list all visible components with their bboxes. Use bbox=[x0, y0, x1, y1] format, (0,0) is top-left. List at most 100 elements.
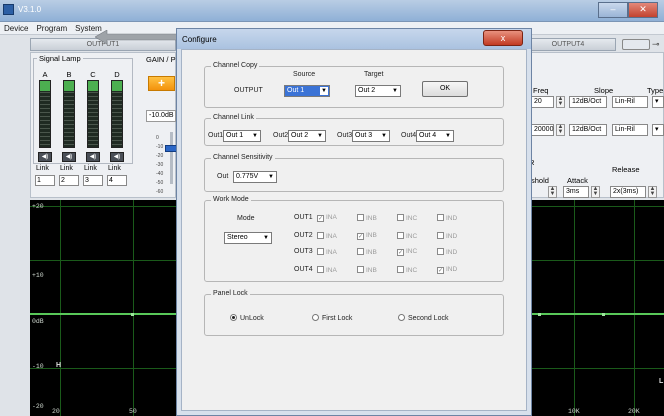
window-controls: – ✕ bbox=[598, 2, 658, 18]
work-mode-checkbox[interactable]: INB bbox=[357, 248, 377, 256]
work-mode-checkbox[interactable]: INC bbox=[397, 266, 417, 274]
gain-plus-button[interactable]: + bbox=[148, 76, 175, 91]
y-tick-label: +10 bbox=[32, 272, 44, 279]
select-value: 0.775V bbox=[236, 173, 259, 180]
lpf-type-dropdown[interactable]: ▾ bbox=[652, 124, 664, 136]
app-title: V3.1.0 bbox=[18, 5, 42, 14]
select-value: Stereo bbox=[227, 234, 248, 241]
radio-label: First Lock bbox=[322, 315, 353, 322]
work-mode-checkbox[interactable]: IND bbox=[437, 232, 457, 240]
mute-c-button[interactable]: ◀) bbox=[86, 152, 100, 162]
lpf-slope-select[interactable]: 12dB/Oct bbox=[569, 124, 607, 136]
sensitivity-select[interactable]: 0.775V ▼ bbox=[233, 171, 277, 183]
chevron-down-icon: ▼ bbox=[381, 133, 387, 139]
work-mode-checkbox[interactable]: INA bbox=[317, 248, 337, 256]
threshold-spinner[interactable]: ▲ ▼ bbox=[548, 186, 557, 198]
mute-a-button[interactable]: ◀) bbox=[38, 152, 52, 162]
tab-output4[interactable]: OUTPUT4 bbox=[520, 38, 616, 51]
signal-lamp-label: Signal Lamp bbox=[37, 54, 83, 63]
link-label: Link bbox=[36, 165, 49, 172]
gain-label: GAIN / P bbox=[146, 55, 176, 64]
lock-option-radio[interactable]: UnLock bbox=[230, 314, 264, 322]
radio-label: Second Lock bbox=[408, 315, 449, 322]
gain-value-field[interactable]: -10.0dB bbox=[146, 110, 176, 122]
select-value: Out 4 bbox=[419, 132, 437, 139]
channel-label: B bbox=[66, 70, 72, 79]
work-mode-checkbox[interactable]: IND bbox=[437, 214, 457, 222]
work-mode-checkbox[interactable]: INC bbox=[397, 232, 417, 240]
hpf-slope-select[interactable]: 12dB/Oct bbox=[569, 96, 607, 108]
work-mode-checkbox[interactable]: IND bbox=[437, 248, 457, 256]
checkbox-label: INC bbox=[406, 215, 418, 222]
checkbox-empty-icon bbox=[397, 232, 404, 239]
x-tick-label: 20K bbox=[628, 408, 640, 415]
release-spinner[interactable]: ▲ ▼ bbox=[648, 186, 657, 198]
work-mode-row-label: OUT4 bbox=[294, 266, 313, 273]
mute-b-button[interactable]: ◀) bbox=[62, 152, 76, 162]
hpf-marker[interactable]: H bbox=[56, 362, 61, 369]
work-mode-row-label: OUT1 bbox=[294, 214, 313, 221]
work-mode-checkbox[interactable]: ✓ IND bbox=[437, 266, 457, 274]
checkbox-empty-icon bbox=[437, 248, 444, 255]
lpf-freq-spinner[interactable]: ▲ ▼ bbox=[556, 124, 565, 136]
hpf-type-select[interactable]: Lin-Ril bbox=[612, 96, 648, 108]
attack-spinner[interactable]: ▲ ▼ bbox=[591, 186, 600, 198]
checkbox-label: IND bbox=[446, 266, 458, 273]
lpf-freq-field[interactable]: 20000 bbox=[531, 124, 554, 136]
release-field[interactable]: 2x(3ms) bbox=[610, 186, 646, 198]
link-select-a[interactable]: 1 bbox=[35, 175, 55, 186]
checkbox-label: IND bbox=[446, 249, 458, 256]
link-out3-select[interactable]: Out 3 ▼ bbox=[352, 130, 390, 142]
menu-device[interactable]: Device bbox=[0, 22, 32, 34]
work-mode-checkbox[interactable]: INB bbox=[357, 266, 377, 274]
menu-program[interactable]: Program bbox=[32, 22, 71, 34]
close-app-button[interactable]: ✕ bbox=[628, 2, 658, 18]
hpf-freq-field[interactable]: 20 bbox=[531, 96, 554, 108]
work-mode-checkbox[interactable]: ✓ INC bbox=[397, 248, 417, 256]
mute-d-button[interactable]: ◀) bbox=[110, 152, 124, 162]
work-mode-checkbox[interactable]: INA bbox=[317, 232, 337, 240]
work-mode-checkbox[interactable]: INB bbox=[357, 214, 377, 222]
work-mode-row-label: OUT2 bbox=[294, 232, 313, 239]
work-mode-row-label: OUT3 bbox=[294, 248, 313, 255]
y-tick-label: -10 bbox=[32, 363, 44, 370]
link-select-c[interactable]: 3 bbox=[83, 175, 103, 186]
hpf-type-dropdown[interactable]: ▾ bbox=[652, 96, 664, 108]
work-mode-checkbox[interactable]: ✓ INA bbox=[317, 214, 337, 222]
attack-header: Attack bbox=[567, 176, 588, 185]
select-value: Out 3 bbox=[355, 132, 373, 139]
attack-field[interactable]: 3ms bbox=[563, 186, 589, 198]
link-out1-select[interactable]: Out 1 ▼ bbox=[223, 130, 261, 142]
checkbox-label: INA bbox=[326, 249, 337, 256]
mode-select[interactable]: Stereo ▼ bbox=[224, 232, 272, 244]
connect-icon[interactable]: ⊸ bbox=[652, 39, 660, 50]
minimize-button[interactable]: – bbox=[598, 2, 628, 18]
chevron-down-icon: ▼ bbox=[268, 174, 274, 180]
keyboard-icon[interactable] bbox=[622, 39, 650, 50]
link-label: Link bbox=[108, 165, 121, 172]
link-out4-label: Out4 bbox=[401, 132, 417, 139]
dialog-close-button[interactable]: x bbox=[483, 30, 523, 46]
work-mode-checkbox[interactable]: ✓ INB bbox=[357, 232, 377, 240]
checkbox-empty-icon bbox=[317, 266, 324, 273]
level-meter-b bbox=[63, 80, 75, 148]
work-mode-checkbox[interactable]: INC bbox=[397, 214, 417, 222]
gain-slider-track[interactable] bbox=[170, 132, 173, 184]
speaker-icon: ◀) bbox=[89, 154, 97, 160]
link-select-b[interactable]: 2 bbox=[59, 175, 79, 186]
copy-ok-button[interactable]: OK bbox=[422, 81, 468, 97]
copy-target-select[interactable]: Out 2 ▼ bbox=[355, 85, 401, 97]
lpf-type-select[interactable]: Lin-Ril bbox=[612, 124, 648, 136]
link-out2-select[interactable]: Out 2 ▼ bbox=[288, 130, 326, 142]
lock-option-radio[interactable]: First Lock bbox=[312, 314, 352, 322]
link-select-d[interactable]: 4 bbox=[107, 175, 127, 186]
checkbox-empty-icon bbox=[437, 214, 444, 221]
work-mode-checkbox[interactable]: INA bbox=[317, 266, 337, 274]
lpf-marker[interactable]: L bbox=[659, 378, 663, 385]
hpf-freq-spinner[interactable]: ▲ ▼ bbox=[556, 96, 565, 108]
checkbox-label: IND bbox=[446, 233, 458, 240]
select-value: Out 2 bbox=[291, 132, 309, 139]
link-out4-select[interactable]: Out 4 ▼ bbox=[416, 130, 454, 142]
copy-source-select[interactable]: Out 1 ▼ bbox=[284, 85, 330, 97]
lock-option-radio[interactable]: Second Lock bbox=[398, 314, 448, 322]
